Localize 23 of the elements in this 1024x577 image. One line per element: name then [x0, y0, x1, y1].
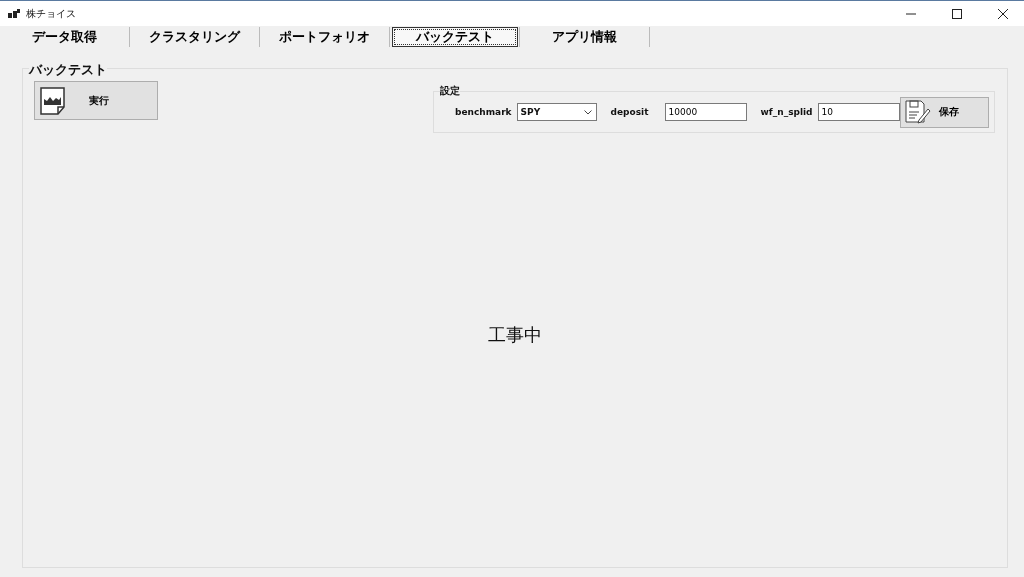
tab[interactable]: バックテスト: [391, 27, 518, 47]
field-label: wf_n_splid: [760, 107, 813, 117]
run-button[interactable]: 実行: [34, 81, 158, 120]
chart-document-icon: [39, 85, 67, 116]
benchmark-dropdown[interactable]: SPY: [516, 103, 597, 121]
tab[interactable]: アプリ情報: [521, 27, 648, 47]
field-label: benchmark: [455, 107, 512, 117]
chevron-down-icon: [583, 109, 592, 115]
tab[interactable]: ポートフォリオ: [261, 27, 388, 47]
split-field[interactable]: 10: [817, 103, 900, 121]
close-icon[interactable]: [998, 8, 1008, 19]
maximize-icon[interactable]: [952, 8, 962, 19]
tab[interactable]: データ取得: [1, 27, 128, 47]
field-label: deposit: [610, 107, 649, 117]
save-icon: [905, 100, 931, 124]
tab[interactable]: クラスタリング: [131, 27, 258, 47]
deposit-field[interactable]: 10000: [664, 103, 747, 121]
app-icon: [8, 8, 20, 19]
group-title: バックテスト: [29, 61, 107, 79]
settings-title: 設定: [440, 84, 460, 98]
status-message: 工事中: [488, 323, 542, 347]
save-button[interactable]: 保存: [900, 96, 989, 128]
window-title: 株チョイス: [26, 6, 76, 21]
